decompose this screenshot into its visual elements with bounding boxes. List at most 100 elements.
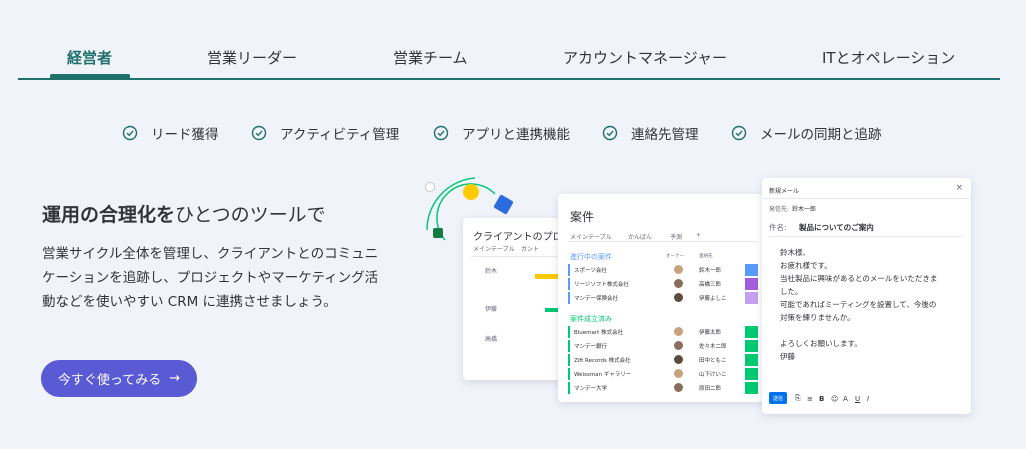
- cta-label: 今すぐ使ってみる: [57, 373, 162, 388]
- tab-sales-team[interactable]: 営業チーム: [393, 47, 468, 68]
- mailchimp-icon: [463, 184, 479, 200]
- tab-sales-leaders[interactable]: 営業リーダー: [207, 47, 297, 68]
- deals-board-title: 案件: [570, 210, 595, 224]
- status-cell: [745, 264, 758, 276]
- email-body-line: 伊藤: [780, 352, 795, 361]
- deal-name: Bluemart 株式会社: [574, 330, 624, 336]
- attach-icon[interactable]: ⎘: [795, 394, 801, 403]
- new-email-window: 新規メール × 発信先: 鈴木一郎 件名: 製品についてのご案内 鈴木様、 お疲…: [762, 178, 971, 414]
- feature-label: メールの同期と追跡: [760, 127, 882, 143]
- email-subject-value[interactable]: 製品についてのご案内: [799, 222, 874, 233]
- contact-name: 鈴木一郎: [699, 268, 722, 274]
- table-row[interactable]: マンデー保険会社 伊藤よしこ: [568, 292, 758, 304]
- avatar: [674, 265, 683, 274]
- feature-list: リード獲得 アクティビティ管理 アプリと連携機能 連絡先管理 メールの同期と追跡: [0, 123, 1026, 143]
- avatar: [674, 327, 683, 336]
- emoji-icon[interactable]: ☺: [831, 395, 838, 403]
- hero-headline: 運用の合理化をひとつのツールで: [42, 200, 326, 227]
- table-row[interactable]: スポーツ会社 鈴木一郎: [568, 264, 758, 276]
- check-circle-icon: [122, 125, 138, 141]
- bold-icon[interactable]: B: [819, 395, 824, 403]
- email-body-blank: [780, 324, 937, 337]
- contact-name: 原田二郎: [699, 386, 722, 392]
- tab-executives[interactable]: 経営者: [67, 47, 112, 68]
- email-subject-label: 件名:: [769, 223, 787, 232]
- deals-view-main: メインテーブル: [570, 234, 612, 241]
- deal-name: マンデー大学: [574, 386, 608, 392]
- outlook-icon: [425, 182, 435, 192]
- table-row[interactable]: マンデー大学 原田二郎: [568, 382, 758, 394]
- check-circle-icon: [731, 125, 747, 141]
- underline-icon[interactable]: U: [855, 395, 860, 403]
- feature-item: アプリと連携機能: [433, 123, 570, 143]
- deals-view-add: +: [696, 232, 702, 239]
- table-row[interactable]: リージソフト株式会社 高橋三郎: [568, 278, 758, 290]
- check-circle-icon: [602, 125, 618, 141]
- status-cell: [745, 382, 758, 394]
- deal-name: Weissman ギャラリー: [574, 372, 632, 378]
- client-view-gantt: ガント: [521, 246, 540, 253]
- check-circle-icon: [251, 125, 267, 141]
- email-window-title: 新規メール: [769, 188, 800, 195]
- avatar: [674, 355, 683, 364]
- status-cell: [745, 278, 758, 290]
- client-row-label: 鈴木: [485, 268, 498, 275]
- tab-it-operations[interactable]: ITとオペレーション: [822, 47, 955, 68]
- table-row[interactable]: マンデー銀行 佐々木二郎: [568, 340, 758, 352]
- arrow-right-icon: →: [169, 371, 181, 386]
- contact-name: 田中ともこ: [699, 358, 727, 364]
- feature-item: メールの同期と追跡: [731, 123, 882, 143]
- deal-name: Zift Records 株式会社: [574, 358, 631, 364]
- email-body-line: 可能であればミーティングを設置して、今後の: [780, 300, 937, 309]
- table-row[interactable]: Zift Records 株式会社 田中ともこ: [568, 354, 758, 366]
- feature-item: 連絡先管理: [602, 123, 699, 143]
- deals-view-forecast: 予測: [670, 234, 683, 241]
- close-icon[interactable]: ×: [955, 183, 963, 193]
- feature-label: アプリと連携機能: [462, 127, 570, 143]
- divider: [471, 256, 567, 257]
- divider: [762, 198, 971, 199]
- deals-view-kanban: かんばん: [628, 234, 653, 241]
- contact-name: 伊藤よしこ: [699, 296, 727, 302]
- email-body[interactable]: 鈴木様、 お疲れ様です。 当社製品に興味があるとのメールをいただきま した。 可…: [780, 246, 937, 363]
- list-icon[interactable]: ≡: [807, 395, 813, 403]
- divider: [769, 236, 964, 237]
- excel-icon: [433, 228, 443, 238]
- email-body-line: した。: [780, 287, 803, 296]
- table-row[interactable]: Weissman ギャラリー 山下けいこ: [568, 368, 758, 380]
- client-board-card: クライアントのプロ メインテーブル ガント 鈴木 伊藤 高橋: [463, 218, 573, 380]
- status-cell: [745, 326, 758, 338]
- email-from-value: 鈴木一郎: [792, 206, 817, 213]
- client-row-label: 高橋: [485, 336, 498, 343]
- send-button[interactable]: 送信: [769, 392, 787, 404]
- email-body-line: 鈴木様、: [780, 248, 810, 257]
- group-in-progress-title: 進行中の案件: [570, 253, 612, 261]
- contact-name: 佐々木二郎: [699, 344, 727, 350]
- deal-name: リージソフト株式会社: [574, 282, 629, 288]
- deal-name: マンデー銀行: [574, 344, 608, 350]
- avatar: [674, 279, 683, 288]
- avatar: [674, 383, 683, 392]
- column-owner: オーナー: [666, 254, 684, 259]
- product-illustration: クライアントのプロ メインテーブル ガント 鈴木 伊藤 高橋 案件 メインテーブ…: [415, 170, 975, 420]
- deal-name: マンデー保険会社: [574, 296, 619, 302]
- text-color-icon[interactable]: A: [843, 395, 848, 403]
- email-body-line: 対策を練りませんか。: [780, 313, 855, 322]
- client-board-title: クライアントのプロ: [473, 232, 563, 243]
- italic-icon[interactable]: I: [867, 395, 869, 403]
- feature-item: アクティビティ管理: [251, 123, 399, 143]
- deals-board-card: 案件 メインテーブル かんばん 予測 + 進行中の案件 オーナー 連絡先 スポー…: [558, 194, 763, 402]
- avatar: [674, 341, 683, 350]
- feature-label: リード獲得: [151, 127, 219, 143]
- headline-bold: 運用の合理化を: [42, 204, 176, 226]
- email-body-line: よろしくお願いします。: [780, 339, 862, 348]
- email-from-label: 発信先:: [769, 206, 790, 213]
- feature-label: 連絡先管理: [631, 127, 699, 143]
- group-closed-title: 案件成立済み: [570, 315, 612, 323]
- check-circle-icon: [433, 125, 449, 141]
- divider: [568, 241, 758, 242]
- tab-account-managers[interactable]: アカウントマネージャー: [563, 47, 727, 68]
- try-now-button[interactable]: 今すぐ使ってみる →: [41, 360, 197, 397]
- avatar: [674, 369, 683, 378]
- table-row[interactable]: Bluemart 株式会社 伊藤太郎: [568, 326, 758, 338]
